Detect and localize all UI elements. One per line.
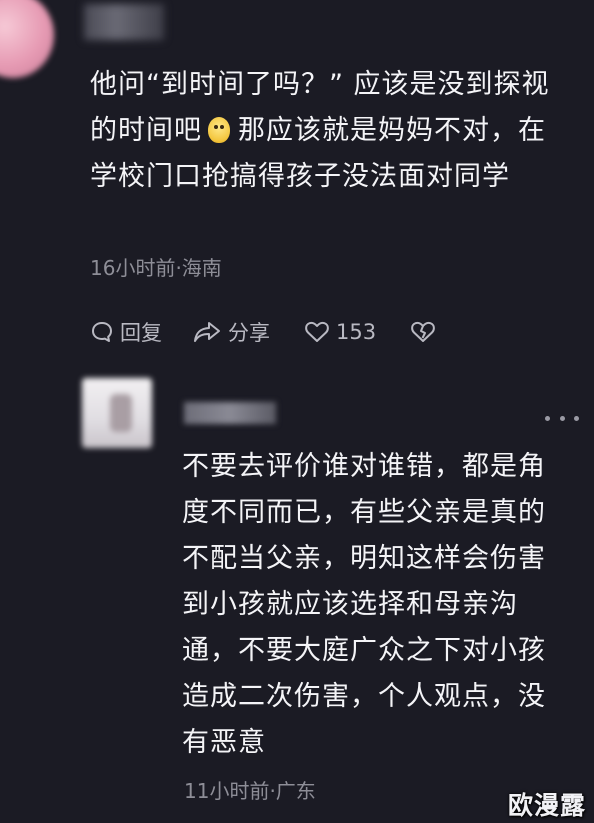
watermark: 欧漫露 xyxy=(508,791,587,820)
reply-avatar[interactable] xyxy=(82,378,152,448)
heart-icon xyxy=(305,321,329,342)
avatar[interactable] xyxy=(0,0,54,78)
like-count: 153 xyxy=(336,320,377,344)
username-blurred[interactable] xyxy=(84,4,164,40)
more-dot xyxy=(574,415,579,421)
reply-icon xyxy=(92,322,112,342)
comment-actions: 回复 分享 153 xyxy=(90,312,436,352)
like-button[interactable]: 153 xyxy=(304,320,376,344)
dislike-heart-icon xyxy=(411,321,435,342)
more-dot xyxy=(559,415,565,421)
share-label: 分享 xyxy=(228,321,270,345)
reply-label: 回复 xyxy=(120,321,162,345)
more-icon[interactable] xyxy=(545,410,579,426)
share-button[interactable]: 分享 xyxy=(192,317,270,347)
reply-username-blurred[interactable] xyxy=(184,402,276,424)
dislike-button[interactable] xyxy=(410,320,436,344)
reply-button[interactable]: 回复 xyxy=(90,317,162,347)
reply-comment-text: 不要去评价谁对谁错，都是角度不同而已，有些父亲是真的不配当父亲，明知这样会伤害到… xyxy=(182,451,546,758)
share-icon xyxy=(194,322,220,342)
comment-meta: 16小时前·海南 xyxy=(90,256,222,280)
reply-comment-meta: 11小时前·广东 xyxy=(184,779,316,803)
more-dot xyxy=(545,415,550,421)
comment-text: 他问“到时间了吗？” 应该是没到探视的时间吧 那应该就是妈妈不对，在学校门口抢搞得… xyxy=(90,62,566,200)
face-emoji-icon xyxy=(208,117,230,143)
